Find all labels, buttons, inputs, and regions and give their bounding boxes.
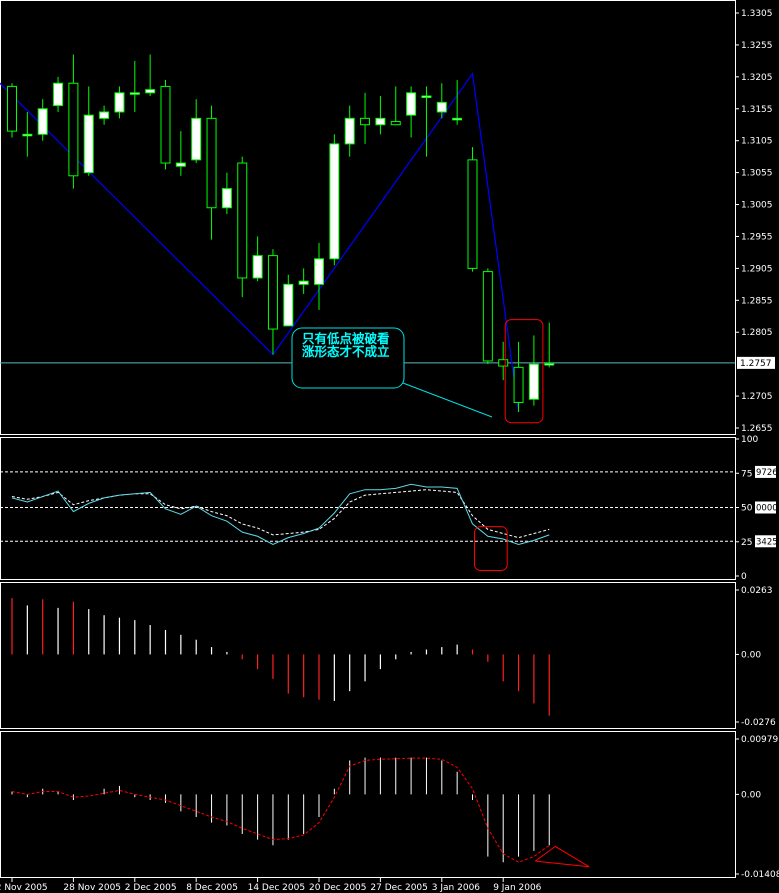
candle-body — [221, 188, 232, 209]
candle-body — [99, 111, 110, 119]
macd-tick-label: 0.00 — [741, 790, 761, 800]
price-tick-label: 1.3305 — [741, 9, 773, 19]
price-tick-label: 1.3255 — [741, 41, 773, 51]
candle-body — [436, 101, 447, 113]
candle-body — [145, 89, 156, 94]
candle-body — [406, 92, 417, 116]
candle-body — [22, 133, 33, 137]
forex-chart-window: 1.3305 1.3255 1.3205 1.3155 1.3105 1.3055 1.30… — [0, 0, 779, 893]
time-tick-label: 14 Dec 2005 — [248, 883, 306, 893]
candle-body — [452, 117, 463, 121]
time-tick-label: 8 Dec 2005 — [186, 883, 238, 893]
osc-level-label: 0000 — [756, 504, 778, 514]
candle-body — [114, 92, 125, 113]
candle-body — [68, 82, 79, 177]
osc-tick-label: 50 — [741, 504, 753, 514]
time-tick-label: 3 Jan 2006 — [432, 883, 480, 893]
time-tick-label: 2 Dec 2005 — [125, 883, 177, 893]
candle-body — [544, 363, 555, 366]
candle-body — [160, 85, 171, 164]
price-tick-label: 1.2705 — [741, 392, 773, 402]
osc-tick-label: 100 — [741, 435, 758, 445]
candle-body — [129, 92, 140, 95]
price-tick-label: 1.3155 — [741, 105, 773, 115]
macd-tick-label: -0.01408 — [741, 870, 779, 880]
time-tick-label: 28 Nov 2005 — [63, 883, 121, 893]
candle-body — [467, 159, 478, 269]
hist-tick-label: 0.00 — [741, 650, 761, 660]
candle-body — [7, 85, 17, 132]
candle-body — [283, 283, 294, 327]
price-tick-label: 1.3105 — [741, 137, 773, 147]
candle-body — [252, 255, 263, 279]
candle-body — [267, 255, 278, 330]
candle-body — [528, 363, 539, 400]
osc-level-label: 9726 — [756, 468, 778, 478]
hist-tick-label: 0.0263 — [741, 586, 773, 596]
time-tick-label: 9 Jan 2006 — [493, 883, 541, 893]
candle-body — [360, 117, 371, 126]
price-tick-label: 1.2855 — [741, 296, 773, 306]
time-tick-label: 20 Dec 2005 — [309, 883, 367, 893]
candle-body — [513, 366, 524, 403]
price-tick-label: 1.2955 — [741, 232, 773, 242]
osc-level-label: 3425 — [756, 537, 778, 547]
candle-body — [421, 95, 432, 98]
candle-body — [375, 117, 386, 126]
time-tick-label: 27 Dec 2005 — [370, 883, 428, 893]
candle-body — [329, 143, 340, 260]
candle-body — [191, 117, 202, 161]
price-tick-label: 1.3205 — [741, 73, 773, 83]
macd-tick-label: 0.00979 — [741, 735, 778, 745]
price-tick-label: 1.2805 — [741, 328, 773, 338]
price-tick-label: 1.2905 — [741, 264, 773, 274]
candle-body — [482, 271, 493, 362]
callout-text: 只有低点被破看涨形态才不成立 — [302, 331, 390, 359]
time-tick-label: 22 Nov 2005 — [0, 883, 48, 893]
candle-body — [53, 82, 64, 107]
candle-body — [344, 117, 355, 145]
osc-tick-label: 75 — [741, 469, 752, 479]
candle-body — [237, 162, 248, 279]
candle-body — [37, 108, 48, 135]
candle-body — [314, 258, 324, 285]
candle-body — [498, 359, 509, 367]
candle-body — [175, 162, 186, 167]
price-tick-label: 1.3055 — [741, 169, 773, 179]
candle-body — [83, 114, 94, 174]
osc-tick-label: 0 — [741, 572, 747, 582]
hist-tick-label: -0.0276 — [741, 718, 776, 728]
price-tick-label: 1.3005 — [741, 201, 773, 211]
current-price-label: 1.2757 — [740, 359, 772, 369]
candle-body — [298, 280, 309, 285]
candle-body — [206, 117, 217, 209]
osc-tick-label: 25 — [741, 538, 752, 548]
candle-body — [390, 121, 401, 126]
price-tick-label: 1.2655 — [741, 424, 773, 434]
